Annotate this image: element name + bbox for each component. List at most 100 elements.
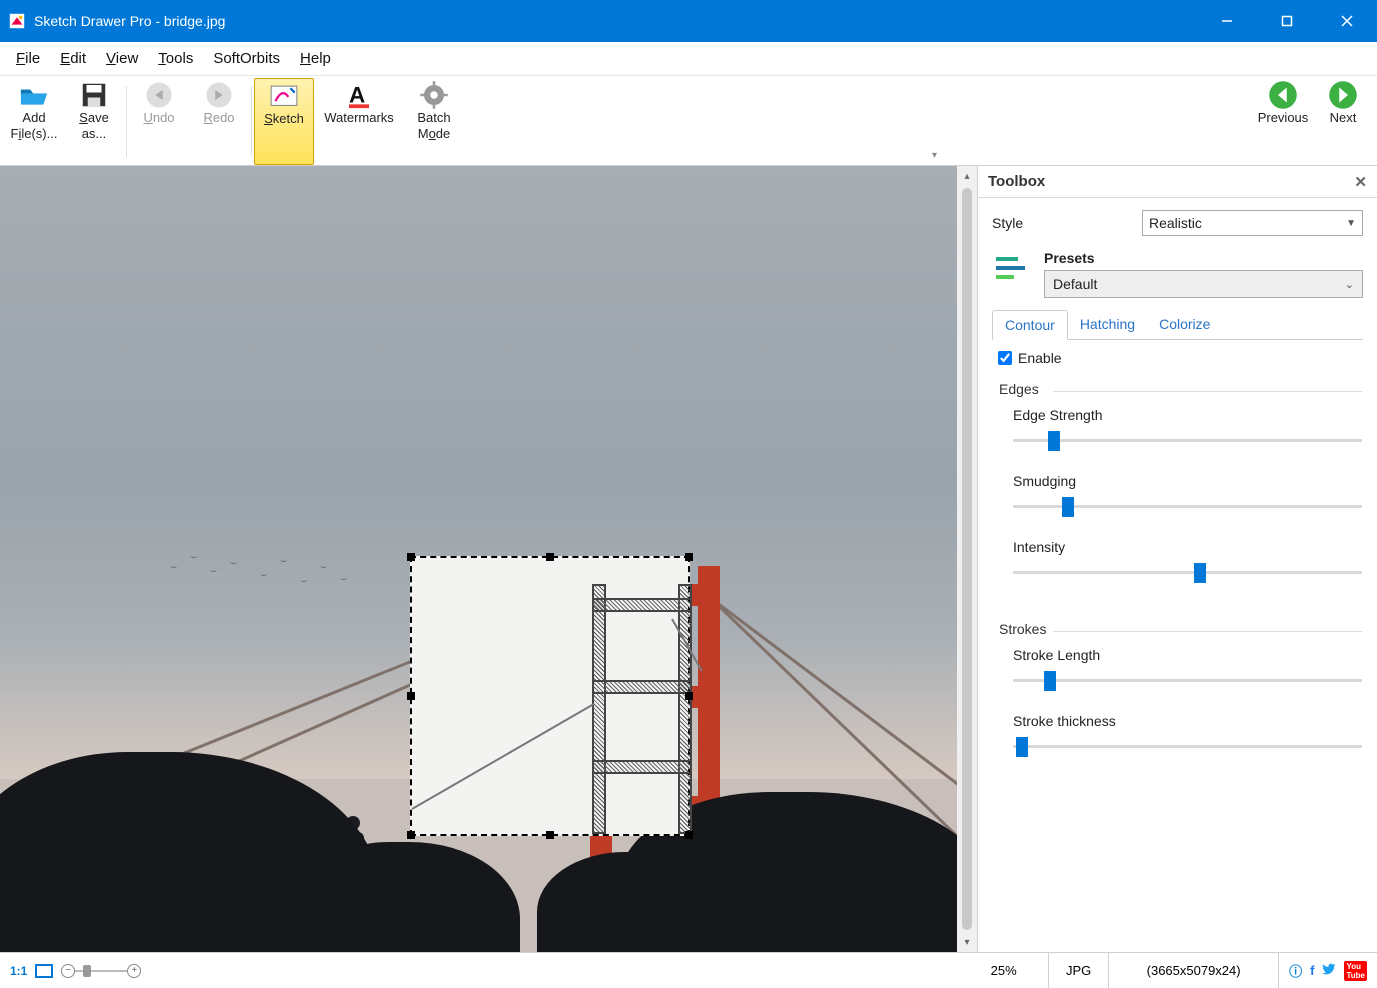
toolbar-label: Watermarks [324,110,394,126]
resize-handle[interactable] [685,553,693,561]
next-button[interactable]: Next [1313,78,1373,165]
toolbar-label: BatchMode [417,110,450,141]
zoom-slider[interactable]: − + [61,962,141,980]
next-icon [1328,82,1358,108]
close-button[interactable] [1317,0,1377,42]
menu-bar: File Edit View Tools SoftOrbits Help [0,42,1377,76]
resize-handle[interactable] [685,692,693,700]
zoom-in-icon[interactable]: + [127,964,141,978]
toolbar-label: Saveas... [79,110,109,141]
svg-text:A: A [349,83,365,108]
presets-label: Presets [1044,250,1363,266]
dimensions-cell: (3665x5079x24) [1109,953,1279,988]
menu-view[interactable]: View [96,46,148,71]
save-as-button[interactable]: Saveas... [64,78,124,165]
separator [251,86,252,157]
zoom-out-icon[interactable]: − [61,964,75,978]
resize-handle[interactable] [546,553,554,561]
redo-button[interactable]: Redo [189,78,249,165]
group-edges-title: Edges [993,381,1362,403]
sketch-icon [269,83,299,109]
toolbox-header: Toolbox ✕ [978,166,1377,198]
youtube-icon[interactable]: YouTube [1344,961,1367,981]
separator [126,86,127,157]
scroll-thumb[interactable] [962,188,972,930]
zoom-1to1-button[interactable]: 1:1 [10,964,27,978]
stroke-length-label: Stroke Length [1013,647,1362,663]
sketch-button[interactable]: Sketch [254,78,314,165]
enable-checkbox[interactable] [998,351,1012,365]
facebook-icon[interactable]: f [1310,963,1314,978]
undo-button[interactable]: Undo [129,78,189,165]
menu-help[interactable]: Help [290,46,341,71]
style-label: Style [992,215,1132,231]
format-cell: JPG [1049,953,1109,988]
undo-icon [144,82,174,108]
preset-select[interactable]: Default ⌄ [1044,270,1363,298]
previous-button[interactable]: Previous [1253,78,1313,165]
resize-handle[interactable] [546,831,554,839]
minimize-button[interactable] [1197,0,1257,42]
intensity-slider[interactable] [1013,559,1362,587]
previous-icon [1268,82,1298,108]
toolbar-label: AddFile(s)... [11,110,58,141]
scroll-down-icon[interactable]: ▾ [957,932,977,952]
zoom-fit-button[interactable] [35,964,53,978]
folder-open-icon [19,82,49,108]
resize-handle[interactable] [407,831,415,839]
edge-strength-slider[interactable] [1013,427,1362,455]
toolbar-overflow-icon[interactable]: ▾ [932,150,937,161]
toolbox-title: Toolbox [988,173,1045,190]
window-title: Sketch Drawer Pro - bridge.jpg [34,13,1197,29]
vertical-scrollbar[interactable]: ▴ ▾ [957,166,977,952]
status-bar: 1:1 − + 25% JPG (3665x5079x24) ⓘ f YouTu… [0,952,1377,988]
enable-label: Enable [1018,350,1062,366]
zoom-handle[interactable] [83,965,91,977]
canvas-pane: ⌣⌣⌣ ⌣⌣⌣ ⌣⌣⌣ [0,166,977,952]
menu-tools[interactable]: Tools [148,46,203,71]
redo-icon [204,82,234,108]
zoom-value-cell: 25% [959,953,1049,988]
resize-handle[interactable] [407,553,415,561]
toolbar-label: Redo [203,110,234,126]
save-icon [79,82,109,108]
scroll-up-icon[interactable]: ▴ [957,166,977,186]
toolbar: AddFile(s)... Saveas... Undo Redo Sketch… [0,76,1377,166]
toolbox-panel: Toolbox ✕ Style Realistic ▼ Presets Defa… [977,166,1377,952]
stroke-thickness-slider[interactable] [1013,733,1362,761]
group-strokes-title: Strokes [993,621,1362,643]
style-value: Realistic [1149,215,1202,231]
toolbar-label: Sketch [264,111,304,127]
tab-colorize[interactable]: Colorize [1147,310,1222,339]
batch-mode-button[interactable]: BatchMode [404,78,464,165]
sketch-preview-selection[interactable] [410,556,690,836]
chevron-down-icon: ▼ [1346,218,1356,229]
title-bar: Sketch Drawer Pro - bridge.jpg [0,0,1377,42]
menu-softorbits[interactable]: SoftOrbits [203,46,290,71]
watermarks-button[interactable]: A Watermarks [314,78,404,165]
tab-contour[interactable]: Contour [992,310,1068,340]
resize-handle[interactable] [407,692,415,700]
close-icon[interactable]: ✕ [1354,173,1367,191]
preset-value: Default [1053,276,1097,292]
app-icon [8,12,26,30]
add-files-button[interactable]: AddFile(s)... [4,78,64,165]
menu-file[interactable]: File [6,46,50,71]
presets-icon [992,250,1032,286]
zoom-value: 25 [991,963,1005,978]
tab-hatching[interactable]: Hatching [1068,310,1147,339]
menu-edit[interactable]: Edit [50,46,96,71]
smudging-slider[interactable] [1013,493,1362,521]
stroke-thickness-label: Stroke thickness [1013,713,1362,729]
toolbox-tabs: Contour Hatching Colorize [992,310,1363,340]
maximize-button[interactable] [1257,0,1317,42]
resize-handle[interactable] [685,831,693,839]
stroke-length-slider[interactable] [1013,667,1362,695]
watermarks-icon: A [344,82,374,108]
twitter-icon[interactable] [1322,962,1336,979]
smudging-label: Smudging [1013,473,1362,489]
info-icon[interactable]: ⓘ [1289,961,1302,980]
image-canvas[interactable]: ⌣⌣⌣ ⌣⌣⌣ ⌣⌣⌣ [0,166,957,952]
style-select[interactable]: Realistic ▼ [1142,210,1363,236]
toolbar-label: Undo [143,110,174,126]
